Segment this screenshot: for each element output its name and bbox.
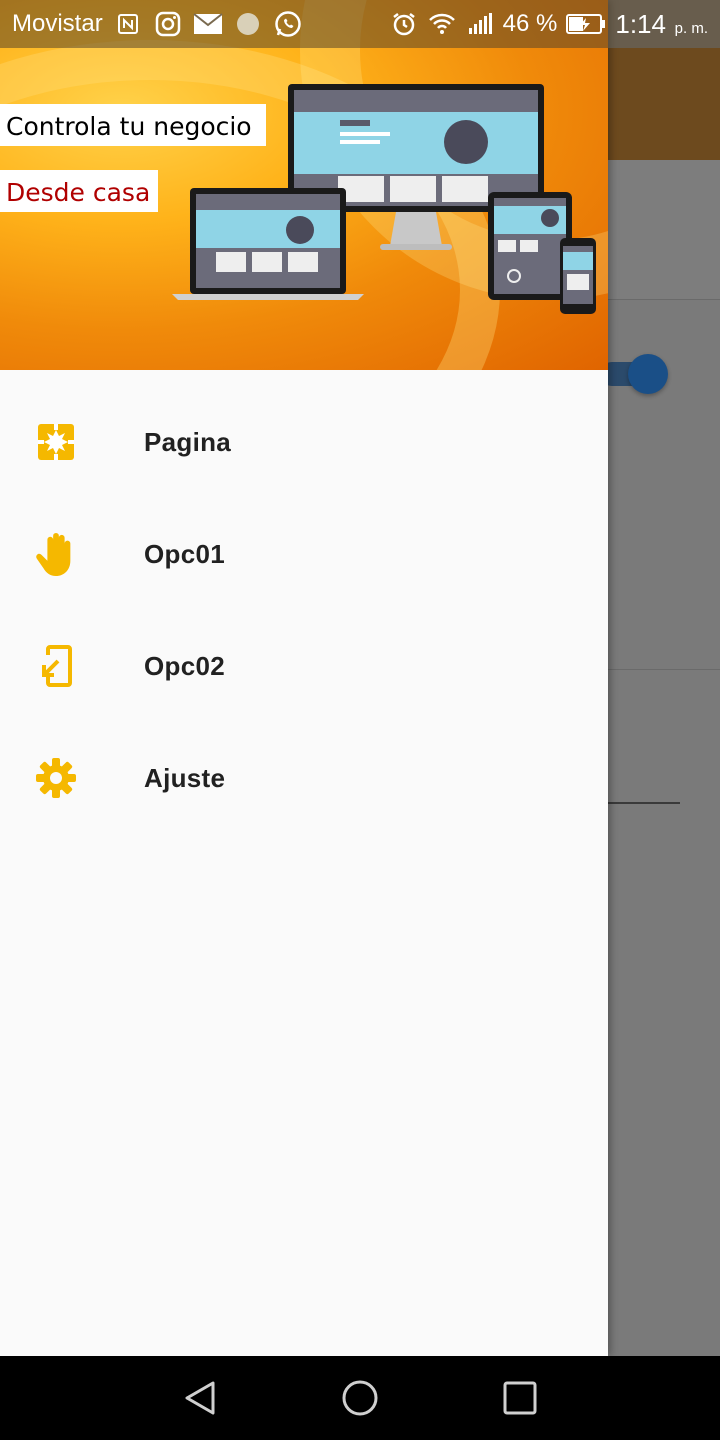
background-toggle-knob (628, 354, 668, 394)
back-button[interactable] (170, 1368, 230, 1428)
status-bar: Movistar 46 % 1:14 p. m. (0, 0, 720, 48)
menu-item-ajuste[interactable]: Ajuste (0, 722, 608, 834)
battery-percent: 46 % (502, 10, 558, 37)
app-notification-icon (233, 9, 263, 39)
menu-item-label: Ajuste (144, 762, 226, 793)
nfc-icon (113, 9, 143, 39)
hand-icon (34, 532, 78, 576)
menu-item-pagina[interactable]: Pagina (0, 386, 608, 498)
carrier-name: Movistar (12, 10, 103, 37)
menu-item-label: Opc01 (144, 538, 225, 569)
instagram-icon (153, 9, 183, 39)
signal-icon (465, 9, 495, 39)
drawer-header-banner: Controla tu negocio Desde casa (0, 0, 608, 370)
system-navigation-bar (0, 1356, 720, 1440)
menu-item-opc01[interactable]: Opc01 (0, 498, 608, 610)
alarm-icon (389, 9, 419, 39)
mail-icon (193, 9, 223, 39)
recents-button[interactable] (490, 1368, 550, 1428)
wifi-icon (427, 9, 457, 39)
header-subheadline: Desde casa (0, 170, 159, 212)
menu-item-opc02[interactable]: Opc02 (0, 610, 608, 722)
background-input-underline (600, 802, 680, 804)
drawer-menu: Pagina Opc01 Opc02 Ajuste (0, 386, 608, 834)
menu-item-label: Pagina (144, 426, 232, 457)
responsive-devices-illustration (172, 84, 596, 314)
clock-suffix: p. m. (674, 19, 708, 37)
home-button[interactable] (330, 1368, 390, 1428)
whatsapp-icon (273, 9, 303, 39)
clock-time: 1:14 (615, 8, 666, 39)
gear-icon (34, 756, 78, 800)
battery-charging-icon (565, 9, 607, 39)
navigation-drawer: Controla tu negocio Desde casa Pagina Op… (0, 0, 608, 1356)
menu-item-label: Opc02 (144, 650, 225, 681)
puzzle-icon (34, 420, 78, 464)
phone-arrow-icon (34, 644, 78, 688)
